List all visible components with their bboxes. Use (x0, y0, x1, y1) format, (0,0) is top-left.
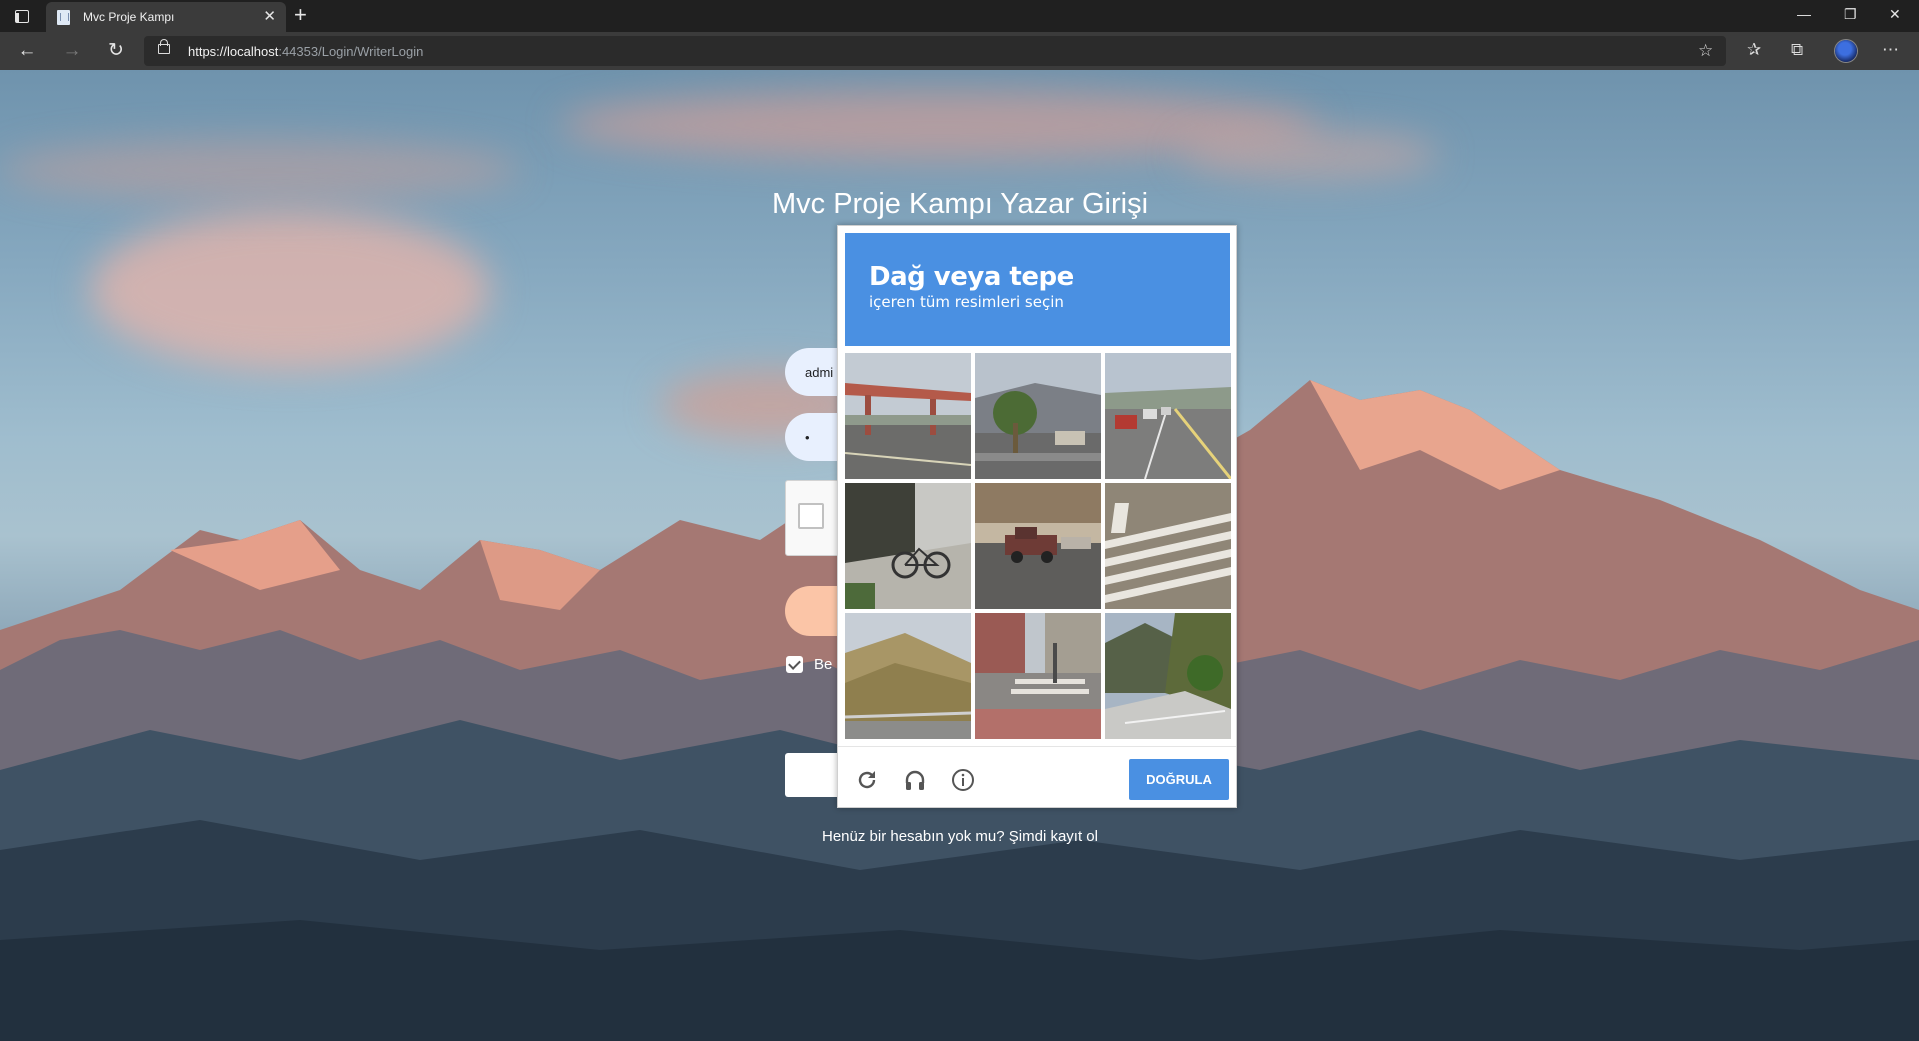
captcha-tile-palm-tree-street[interactable] (975, 353, 1101, 479)
captcha-tile-bicycle-sidewalk[interactable] (845, 483, 971, 609)
lock-icon[interactable] (158, 39, 170, 54)
captcha-subtitle: içeren tüm resimleri seçin (869, 293, 1064, 311)
tab-close-icon[interactable]: ✕ (263, 8, 276, 26)
minimize-button[interactable]: — (1797, 6, 1811, 22)
add-favorite-icon[interactable]: ☆ (1698, 41, 1713, 61)
captcha-tile-bridge-overpass[interactable] (845, 353, 971, 479)
more-menu-icon[interactable]: ⋯ (1882, 39, 1899, 61)
address-bar-row: ← → ↻ https://localhost:44353/Login/Writ… (0, 32, 1919, 70)
captcha-tile-crosswalk[interactable] (1105, 483, 1231, 609)
captcha-challenge-popup: Dağ veya tepe içeren tüm resimleri seçin (837, 225, 1237, 808)
tab-actions-icon[interactable] (12, 7, 32, 25)
new-tab-button[interactable]: + (294, 3, 307, 27)
refresh-button[interactable]: ↻ (105, 40, 127, 62)
signup-prompt: Henüz bir hesabın yok mu? Şimdi kayıt ol (700, 828, 1220, 845)
headphones-icon[interactable] (901, 766, 929, 794)
remember-me-checkbox[interactable] (786, 656, 803, 673)
forward-button[interactable]: → (61, 40, 83, 62)
browser-tab-bar: Mvc Proje Kampı ✕ + — ❐ ✕ (0, 0, 1919, 32)
favorites-icon[interactable]: ✰ (1747, 39, 1761, 61)
url-text[interactable]: https://localhost:44353/Login/WriterLogi… (188, 44, 423, 59)
captcha-tile-city-street-crosswalk[interactable] (975, 613, 1101, 739)
info-icon[interactable] (949, 766, 977, 794)
signup-text: Henüz bir hesabın yok mu? (822, 828, 1009, 845)
captcha-tile-grassy-hill[interactable] (845, 613, 971, 739)
back-button[interactable]: ← (16, 40, 38, 62)
restore-button[interactable]: ❐ (1844, 6, 1857, 22)
captcha-footer-divider (838, 746, 1236, 747)
signup-link[interactable]: Şimdi kayıt ol (1009, 828, 1098, 845)
profile-avatar[interactable] (1835, 40, 1857, 62)
captcha-image-grid (845, 353, 1231, 739)
verify-button[interactable]: DOĞRULA (1129, 759, 1229, 800)
page-favicon-icon (57, 10, 70, 25)
remember-me-label: Be (814, 656, 833, 673)
recaptcha-checkbox[interactable] (798, 503, 824, 529)
captcha-header: Dağ veya tepe içeren tüm resimleri seçin (845, 233, 1230, 346)
address-bar[interactable]: https://localhost:44353/Login/WriterLogi… (144, 36, 1726, 66)
captcha-title: Dağ veya tepe (869, 262, 1074, 292)
captcha-tile-hillside-road[interactable] (1105, 613, 1231, 739)
captcha-tile-parked-truck-street[interactable] (975, 483, 1101, 609)
collections-icon[interactable]: ⧉ (1791, 39, 1803, 61)
browser-tab[interactable]: Mvc Proje Kampı ✕ (46, 2, 286, 32)
page-title: Mvc Proje Kampı Yazar Girişi (771, 188, 1149, 220)
close-window-button[interactable]: ✕ (1889, 6, 1901, 22)
refresh-icon[interactable] (853, 766, 881, 794)
captcha-tile-traffic-road[interactable] (1105, 353, 1231, 479)
tab-title: Mvc Proje Kampı (83, 10, 175, 24)
